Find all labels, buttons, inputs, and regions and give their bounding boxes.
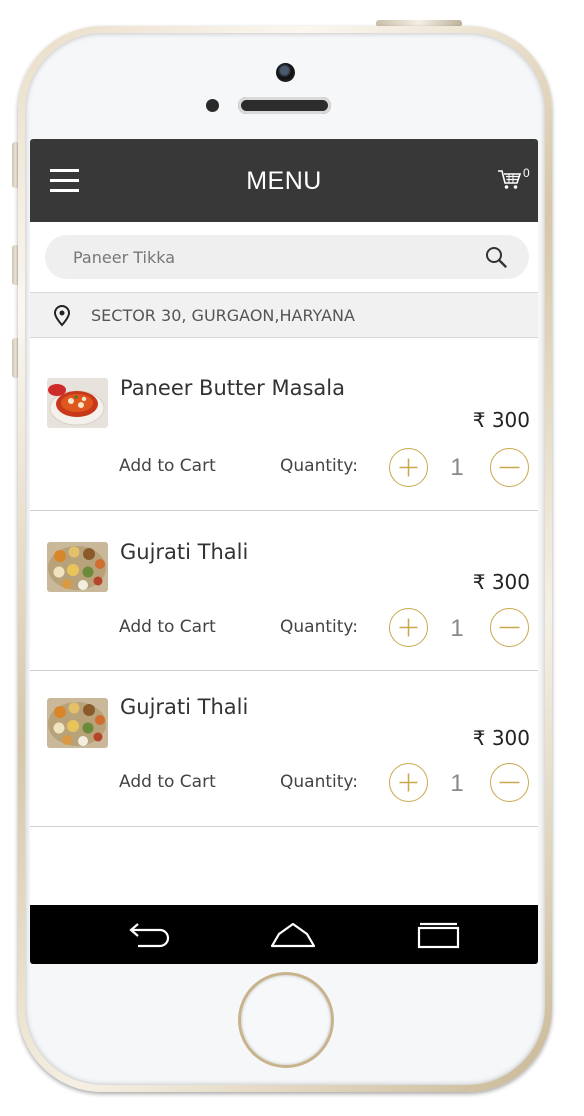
decrement-quantity-button[interactable] <box>490 608 529 647</box>
cart-count-badge: 0 <box>523 166 530 180</box>
earpiece-speaker <box>238 97 331 114</box>
system-nav-bar <box>30 905 538 964</box>
location-bar[interactable]: SECTOR 30, GURGAON,HARYANA <box>30 292 538 338</box>
page-title: MENU <box>246 167 322 195</box>
quantity-value: 1 <box>450 454 464 481</box>
menu-item: Gujrati Thali ₹ 300 Add to Cart Quantity… <box>30 671 538 827</box>
item-name: Gujrati Thali <box>120 540 249 564</box>
add-to-cart-button[interactable]: Add to Cart <box>119 456 216 476</box>
menu-item: Paneer Butter Masala ₹ 300 Add to Cart Q… <box>30 352 538 511</box>
proximity-sensor <box>206 99 219 112</box>
app-screen: MENU 0 SECTOR 30, GURGAON,HARY <box>30 139 538 964</box>
thali-thumbnail[interactable] <box>47 542 108 592</box>
quantity-value: 1 <box>450 770 464 797</box>
location-pin-icon <box>53 305 71 327</box>
app-bar: MENU 0 <box>30 139 538 222</box>
search-bar <box>45 235 529 279</box>
search-icon[interactable] <box>484 245 508 269</box>
item-price: ₹ 300 <box>472 726 530 750</box>
quantity-label: Quantity: <box>280 456 358 476</box>
hamburger-menu-icon[interactable] <box>50 169 79 192</box>
increment-quantity-button[interactable] <box>389 608 428 647</box>
thali-thumbnail[interactable] <box>47 698 108 748</box>
front-camera <box>276 63 295 82</box>
item-name: Paneer Butter Masala <box>120 376 345 400</box>
quantity-label: Quantity: <box>280 617 358 637</box>
quantity-value: 1 <box>450 615 464 642</box>
back-arrow-icon[interactable] <box>122 919 172 951</box>
item-price: ₹ 300 <box>472 408 530 432</box>
location-text: SECTOR 30, GURGAON,HARYANA <box>91 306 355 325</box>
increment-quantity-button[interactable] <box>389 763 428 802</box>
add-to-cart-button[interactable]: Add to Cart <box>119 772 216 792</box>
paneer-dish-thumbnail[interactable] <box>47 378 108 428</box>
phone-home-button[interactable] <box>238 972 334 1068</box>
search-input[interactable] <box>73 235 473 279</box>
increment-quantity-button[interactable] <box>389 448 428 487</box>
decrement-quantity-button[interactable] <box>490 763 529 802</box>
quantity-label: Quantity: <box>280 772 358 792</box>
shopping-cart-icon[interactable]: 0 <box>496 166 536 195</box>
add-to-cart-button[interactable]: Add to Cart <box>119 617 216 637</box>
item-name: Gujrati Thali <box>120 695 249 719</box>
menu-item: Gujrati Thali ₹ 300 Add to Cart Quantity… <box>30 512 538 671</box>
item-price: ₹ 300 <box>472 570 530 594</box>
recent-apps-icon[interactable] <box>414 919 464 951</box>
decrement-quantity-button[interactable] <box>490 448 529 487</box>
home-icon[interactable] <box>269 919 319 951</box>
